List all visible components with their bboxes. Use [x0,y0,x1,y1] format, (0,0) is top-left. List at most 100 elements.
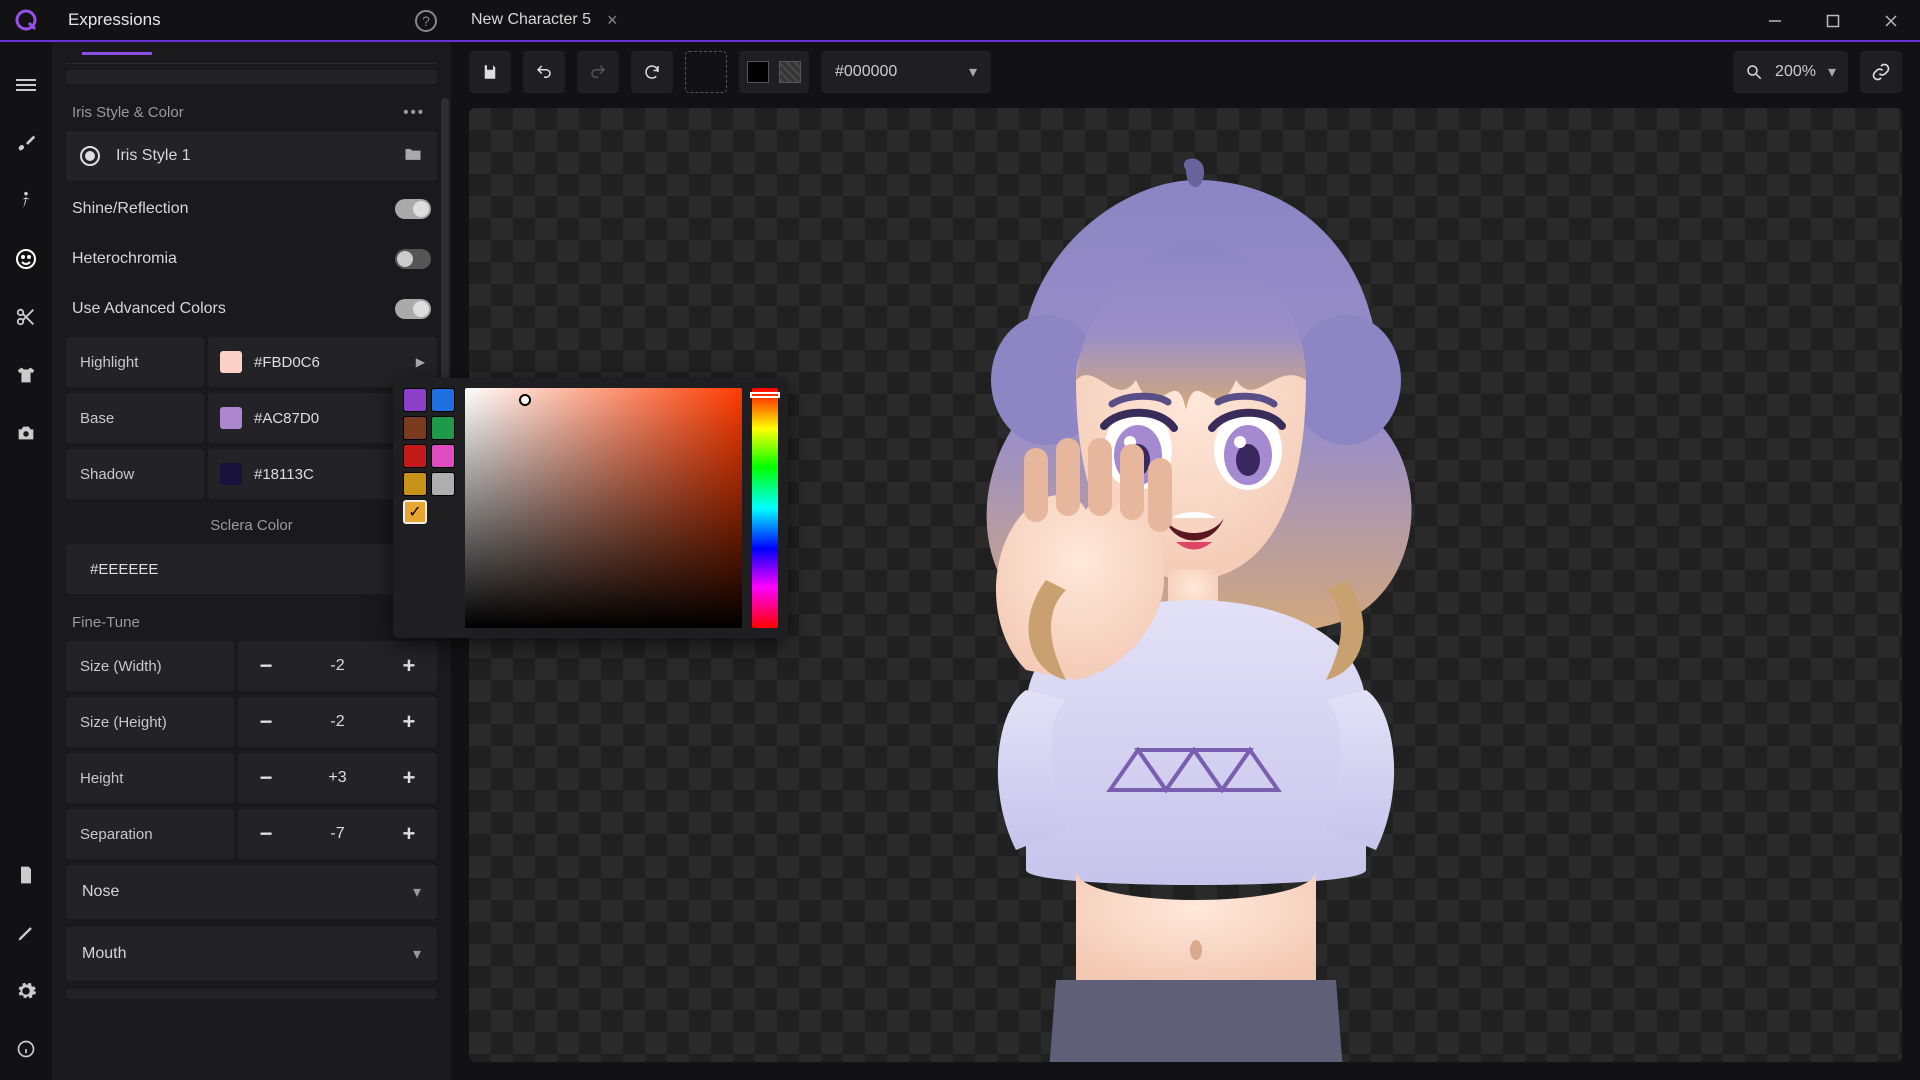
finetune-value: -2 [330,713,344,731]
increment-button[interactable]: + [399,709,419,735]
folder-icon[interactable] [403,144,423,169]
window-controls [1746,0,1920,40]
preset-confirm[interactable]: ✓ [403,500,427,524]
color-picker-popup[interactable]: ✓ [393,378,788,638]
primary-color-swatch[interactable] [747,61,769,83]
menu-icon[interactable] [13,72,39,98]
link-button[interactable] [1860,51,1902,93]
caret-down-icon: ▾ [969,62,977,82]
mouth-label: Mouth [82,945,126,963]
minimize-button[interactable] [1746,0,1804,42]
maximize-button[interactable] [1804,0,1862,42]
panel-title: Expressions ? [52,0,451,40]
iris-style-label: Iris Style 1 [116,147,403,165]
decrement-button[interactable]: − [256,653,276,679]
picker-presets: ✓ [403,388,455,628]
finetune-stepper[interactable]: − -7 + [238,809,437,859]
sclera-hex: #EEEEEE [90,561,158,578]
preset-swatch[interactable] [431,472,455,496]
advanced-colors-toggle[interactable] [395,299,431,319]
finetune-stepper[interactable]: − -2 + [238,697,437,747]
base-label: Base [66,393,204,443]
picker-sv-cursor[interactable] [519,394,531,406]
save-button[interactable] [469,51,511,93]
shadow-hex: #18113C [254,466,314,483]
document-icon[interactable] [13,862,39,888]
radio-selected-icon [80,146,100,166]
advanced-colors-toggle-row: Use Advanced Colors [66,287,437,331]
increment-button[interactable]: + [399,821,419,847]
expressions-icon[interactable] [13,246,39,272]
finetune-value: -7 [330,825,344,843]
finetune-header: Fine-Tune ••• [66,600,437,641]
tool-rail [0,42,52,1080]
finetune-label: Separation [66,809,234,859]
iris-section-header: Iris Style & Color ••• [66,90,437,131]
finetune-label: Fine-Tune [72,614,140,631]
sclera-header: Sclera Color [66,505,437,544]
finetune-stepper[interactable]: − +3 + [238,753,437,803]
close-button[interactable] [1862,0,1920,42]
finetune-stepper[interactable]: − -2 + [238,641,437,691]
highlight-swatch [220,351,242,373]
zoom-control[interactable]: 200% ▾ [1733,51,1848,93]
tab-new-character[interactable]: New Character 5 × [471,0,624,40]
preset-swatch[interactable] [403,416,427,440]
picker-sv-field[interactable] [465,388,742,628]
redo-button[interactable] [577,51,619,93]
iris-style-selector[interactable]: Iris Style 1 [66,131,437,181]
refresh-button[interactable] [631,51,673,93]
mouth-accordion[interactable]: Mouth ▾ [66,927,437,981]
sclera-color-field[interactable]: #EEEEEE ▶ [66,544,437,594]
undo-button[interactable] [523,51,565,93]
finetune-label: Size (Width) [66,641,234,691]
shadow-label: Shadow [66,449,204,499]
heterochromia-label: Heterochromia [72,250,395,268]
settings-icon[interactable] [13,978,39,1004]
decrement-button[interactable]: − [256,709,276,735]
caret-down-icon: ▾ [413,882,421,902]
preset-swatch[interactable] [431,388,455,412]
picker-hue-slider[interactable] [752,388,778,628]
pose-icon[interactable] [13,188,39,214]
highlight-label: Highlight [66,337,204,387]
preset-swatch[interactable] [403,444,427,468]
heterochromia-toggle[interactable] [395,249,431,269]
help-icon[interactable]: ? [415,10,437,32]
scissors-icon[interactable] [13,304,39,330]
preset-swatch[interactable] [403,472,427,496]
caret-down-icon: ▾ [1828,62,1836,82]
preset-swatch[interactable] [431,444,455,468]
finetune-value: +3 [328,769,346,787]
highlight-hex: #FBD0C6 [254,354,320,371]
marquee-button[interactable] [685,51,727,93]
camera-icon[interactable] [13,420,39,446]
brush-icon[interactable] [13,130,39,156]
tab-close-icon[interactable]: × [601,10,624,31]
toolbar-color-hex: #000000 [835,63,897,81]
advanced-colors-label: Use Advanced Colors [72,300,395,318]
shine-toggle[interactable] [395,199,431,219]
increment-button[interactable]: + [399,765,419,791]
shine-toggle-row: Shine/Reflection [66,187,437,231]
chevron-right-icon: ▶ [416,355,425,369]
picker-hue-cursor[interactable] [750,392,780,398]
iris-menu-icon[interactable]: ••• [403,104,431,121]
app-logo [0,0,52,40]
fill-colors[interactable] [739,51,809,93]
zoom-value: 200% [1775,63,1816,81]
nose-accordion[interactable]: Nose ▾ [66,865,437,919]
secondary-color-swatch[interactable] [779,61,801,83]
color-hex-dropdown[interactable]: #000000 ▾ [821,51,991,93]
preset-swatch[interactable] [403,388,427,412]
titlebar: Expressions ? New Character 5 × [0,0,1920,42]
decrement-button[interactable]: − [256,821,276,847]
decrement-button[interactable]: − [256,765,276,791]
shirt-icon[interactable] [13,362,39,388]
document-tabs: New Character 5 × [451,0,624,40]
shine-label: Shine/Reflection [72,200,395,218]
increment-button[interactable]: + [399,653,419,679]
pencil-icon[interactable] [13,920,39,946]
preset-swatch[interactable] [431,416,455,440]
info-icon[interactable] [13,1036,39,1062]
